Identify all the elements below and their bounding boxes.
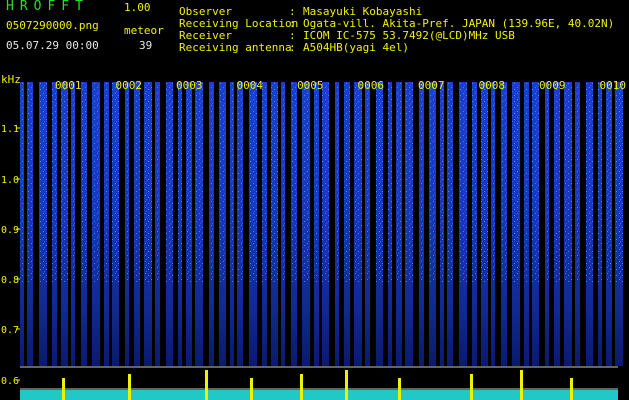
noise-speckle: [615, 82, 623, 282]
noise-speckle: [545, 82, 549, 282]
trace-peak: [398, 378, 401, 400]
noise-speckle: [71, 82, 75, 282]
noise-speckle: [459, 82, 467, 282]
noise-speckle: [344, 82, 350, 282]
noise-speckle: [532, 82, 539, 282]
noise-speckle: [281, 82, 285, 282]
y-tick-label: 0.9: [1, 225, 19, 236]
noise-speckle: [20, 82, 24, 282]
segment-label: 0001: [55, 79, 82, 92]
noise-speckle: [586, 82, 593, 282]
noise-speckle: [481, 82, 488, 282]
noise-speckle: [155, 82, 160, 282]
info-antenna: Receiving antenna: A504HB(yagi 4el): [179, 42, 409, 54]
noise-speckle: [81, 82, 87, 282]
file-name: 0507290000.png: [6, 19, 99, 32]
noise-speckle: [92, 82, 100, 282]
segment-label: 0002: [116, 79, 143, 92]
noise-speckle: [186, 82, 192, 282]
noise-speckle: [291, 82, 297, 282]
trace-peak: [345, 370, 348, 400]
info-value: A504HB(yagi 4el): [303, 41, 409, 54]
noise-speckle: [335, 82, 339, 282]
noise-speckle: [606, 82, 612, 282]
segment-label: 0010: [600, 79, 627, 92]
noise-speckle: [219, 82, 226, 282]
noise-speckle: [376, 82, 383, 282]
y-axis-unit: kHz: [1, 74, 21, 86]
noise-speckle: [388, 82, 392, 282]
noise-speckle: [249, 82, 257, 282]
noise-speckle: [598, 82, 602, 282]
noise-speckle: [144, 82, 152, 282]
noise-speckle: [512, 82, 520, 282]
trace-peak: [62, 378, 65, 400]
noise-speckle: [491, 82, 495, 282]
noise-speckle: [61, 82, 68, 282]
y-tick-label: 1.0: [1, 175, 19, 186]
noise-speckle: [27, 82, 33, 282]
noise-speckle: [429, 82, 436, 282]
segment-label: 0005: [297, 79, 324, 92]
noise-speckle: [209, 82, 214, 282]
noise-speckle: [524, 82, 529, 282]
trace-peak: [128, 374, 131, 400]
noise-speckle: [440, 82, 444, 282]
trace-floor: [20, 390, 618, 400]
noise-speckle: [396, 82, 402, 282]
observation-datetime: 05.07.29 00:00: [6, 39, 99, 52]
info-key: Receiving antenna: [179, 41, 292, 54]
trace-peak: [570, 378, 573, 400]
noise-speckle: [472, 82, 477, 282]
noise-speckle: [195, 82, 203, 282]
info-separator: :: [289, 41, 296, 54]
segment-label: 0006: [358, 79, 385, 92]
noise-speckle: [104, 82, 109, 282]
trace-peak: [205, 370, 208, 400]
noise-speckle: [302, 82, 310, 282]
spectrogram-plot: 0001 0002 0003 0004 0005 0006 0007 0008 0009 0010…: [0, 74, 629, 400]
noise-speckle: [271, 82, 278, 282]
noise-speckle: [262, 82, 267, 282]
noise-speckle: [354, 82, 362, 282]
segment-label: 0007: [418, 79, 445, 92]
y-tick-label: 0.7: [1, 325, 19, 336]
noise-speckle: [405, 82, 413, 282]
noise-speckle: [322, 82, 329, 282]
noise-speckle: [501, 82, 507, 282]
noise-speckle: [237, 82, 243, 282]
noise-speckle: [564, 82, 572, 282]
noise-speckle: [134, 82, 140, 282]
trace-peak: [470, 374, 473, 400]
y-tick-label: 1.1: [1, 124, 19, 135]
noise-speckle: [314, 82, 319, 282]
noise-speckle: [52, 82, 57, 282]
noise-speckle: [554, 82, 560, 282]
meteor-label: meteor: [124, 24, 164, 37]
noise-speckle: [447, 82, 453, 282]
segment-label: 0003: [176, 79, 203, 92]
segment-label: 0008: [479, 79, 506, 92]
noise-speckle: [419, 82, 424, 282]
y-tick-label: 0.6: [1, 376, 19, 387]
noise-speckle: [178, 82, 182, 282]
noise-speckle: [365, 82, 370, 282]
trace-peak: [300, 374, 303, 400]
trace-peak: [250, 378, 253, 400]
noise-speckle: [575, 82, 580, 282]
meteor-count: 39: [139, 39, 153, 52]
app-version: 1.00: [124, 1, 151, 14]
noise-speckle: [112, 82, 119, 282]
noise-speckle: [39, 82, 47, 282]
noise-speckle: [230, 82, 234, 282]
app-title: HROFFT: [6, 0, 89, 14]
y-tick-label: 0.8: [1, 275, 19, 286]
noise-speckle: [125, 82, 129, 282]
segment-label: 0004: [237, 79, 264, 92]
noise-speckle: [166, 82, 173, 282]
trace-peak: [520, 370, 523, 400]
segment-label: 0009: [539, 79, 566, 92]
